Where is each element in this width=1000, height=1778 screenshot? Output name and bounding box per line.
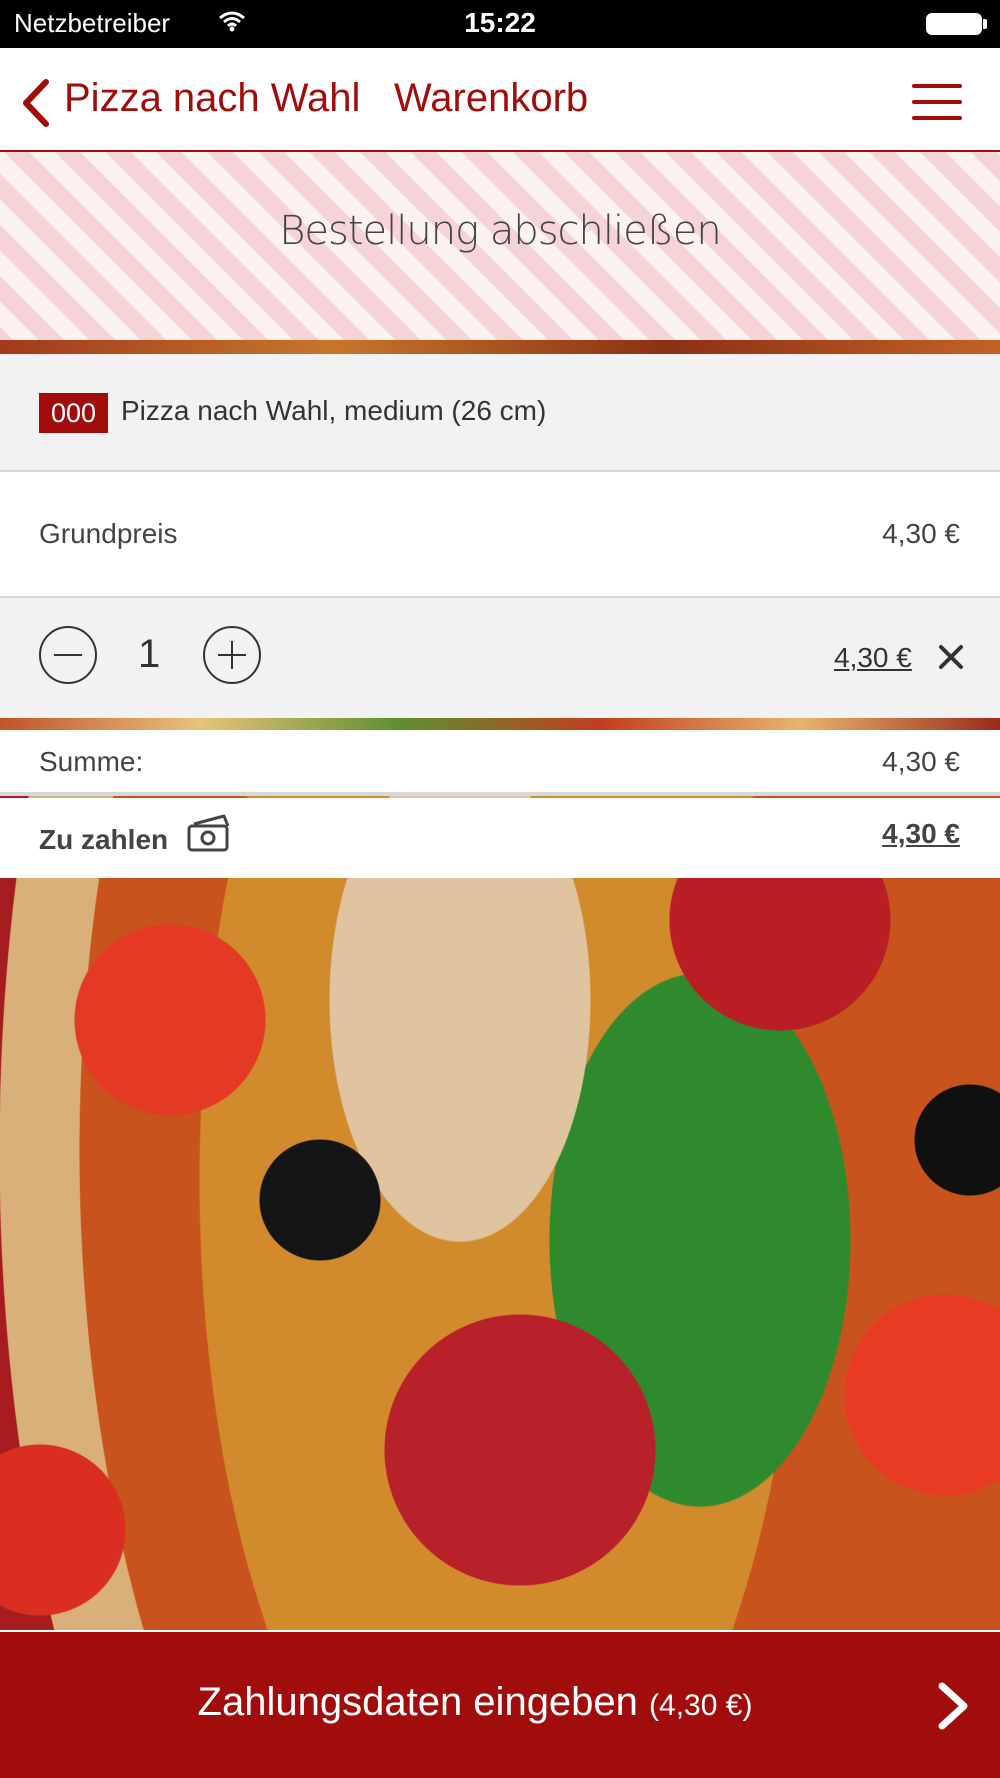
battery-icon [926,13,982,35]
section-heading: Bestellung abschließen [279,208,722,254]
back-chevron-icon[interactable] [16,78,56,128]
payment-button-label: Zahlungsdaten eingeben (4,30 €) [0,1680,950,1725]
hero-banner: Bestellung abschließen [0,152,1000,352]
image-gap-strip [0,718,1000,730]
remove-item-close-icon[interactable] [936,642,966,672]
status-bar: Netzbetreiber 15:22 [0,0,1000,48]
item-code-badge: 000 [39,393,109,433]
base-price-label: Grundpreis [39,518,178,549]
menu-bar-bottom [912,116,962,120]
amount-due-value[interactable]: 4,30 € [882,818,960,850]
payment-button-amount: (4,30 €) [649,1689,753,1722]
menu-bar-top [912,84,962,88]
navigation-bar: Pizza nach Wahl Warenkorb [0,48,1000,152]
amount-due-row: Zu zahlen 4,30 € [0,798,1000,878]
back-button-label[interactable]: Pizza nach Wahl [64,76,360,121]
base-price-row: Grundpreis 4,30 € [0,472,1000,598]
amount-due-label: Zu zahlen [39,824,169,855]
proceed-to-payment-button[interactable]: Zahlungsdaten eingeben (4,30 €) [0,1630,1000,1778]
hero-image-strip [0,340,1000,354]
menu-bar-middle [912,100,962,104]
payment-button-text: Zahlungsdaten eingeben [197,1680,638,1724]
sum-row: Summe: 4,30 € [0,730,1000,796]
clock: 15:22 [464,7,536,38]
item-name: Pizza nach Wahl, medium (26 cm) [121,395,547,426]
battery-nub [983,19,987,29]
quantity-row: 1 4,30 € [0,598,1000,718]
cart-item-header: 000 Pizza nach Wahl, medium (26 cm) [0,354,1000,472]
plus-icon-vertical [231,641,233,669]
hamburger-menu-icon[interactable] [912,84,962,120]
page-title: Warenkorb [394,76,589,120]
decrease-quantity-button[interactable] [39,626,97,684]
increase-quantity-button[interactable] [203,626,261,684]
chevron-right-icon [938,1682,968,1730]
minus-icon [54,654,82,656]
sum-value: 4,30 € [882,746,960,777]
base-price-value: 4,30 € [882,518,960,549]
sum-label: Summe: [39,746,144,777]
line-total-link[interactable]: 4,30 € [834,642,912,674]
cash-icon [187,814,230,852]
quantity-value: 1 [138,632,161,676]
